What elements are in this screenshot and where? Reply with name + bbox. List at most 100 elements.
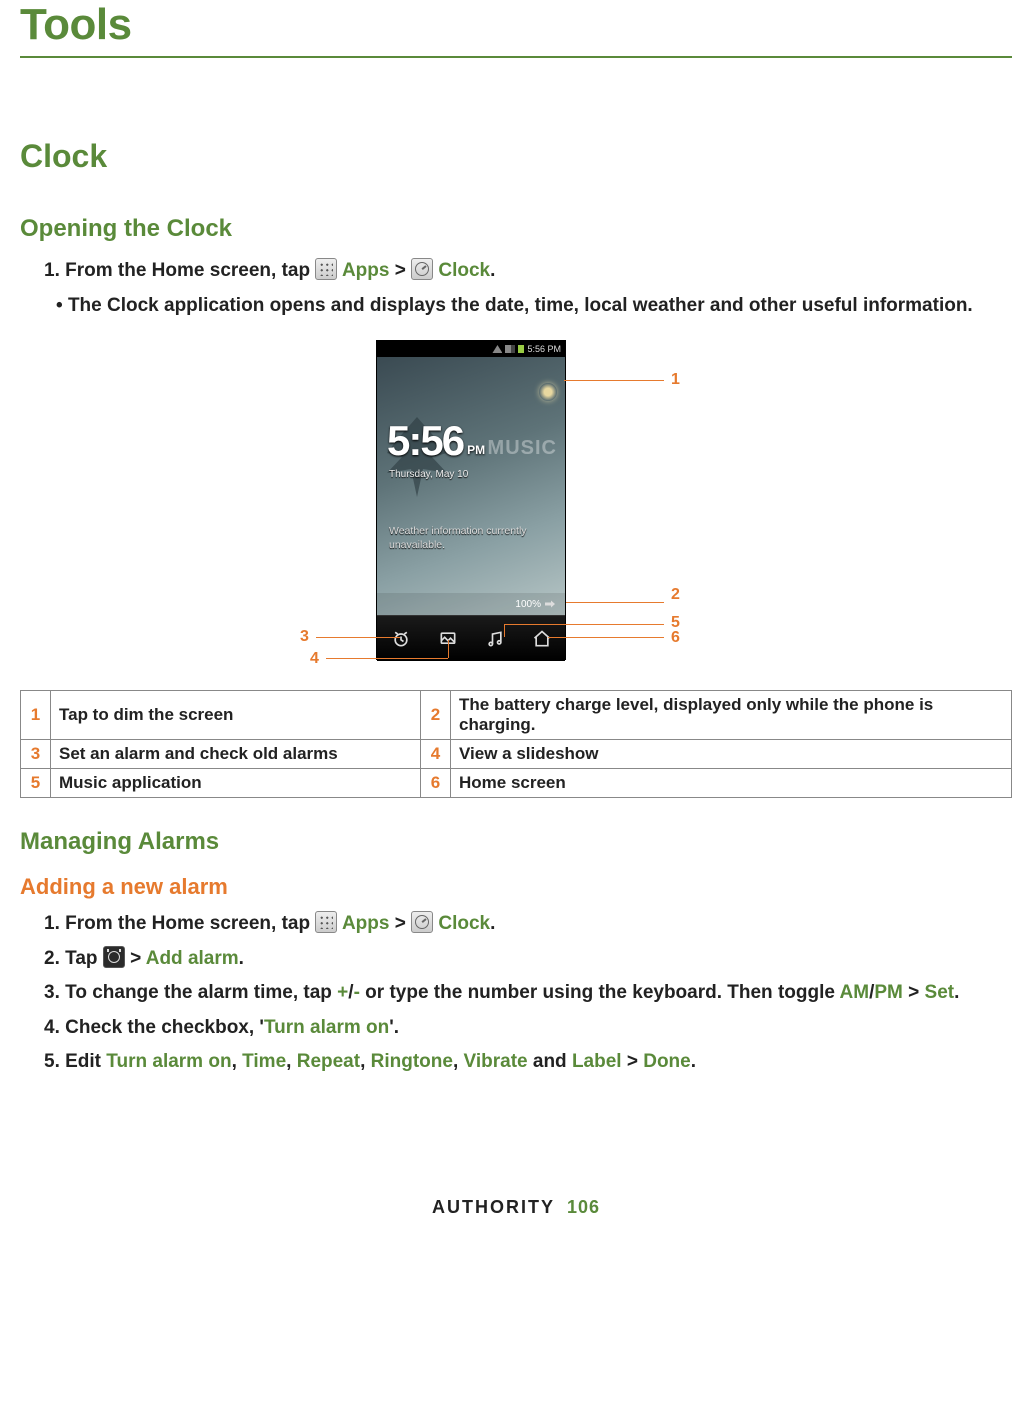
table-row: 1 Tap to dim the screen 2 The battery ch… [21,691,1012,740]
separator: > [622,1051,644,1072]
clock-dock [377,615,565,661]
legend-num: 4 [421,740,451,769]
managing-step-2: 2. Tap > Add alarm. [44,945,1012,974]
legend-desc: Music application [51,769,421,798]
subsection-opening: Opening the Clock [20,215,1012,243]
legend-num: 5 [21,769,51,798]
legend-num: 6 [421,769,451,798]
opening-step-1: 1. From the Home screen, tap Apps > Cloc… [44,257,1012,286]
clock-time: 5:56 PM [387,417,485,465]
apps-icon [315,911,337,933]
plug-icon [545,599,555,609]
clock-icon [411,258,433,280]
comma: , [232,1051,243,1072]
alarm-icon [390,628,412,650]
and: and [528,1051,572,1072]
comma: , [360,1051,371,1072]
set-label: Set [925,982,955,1003]
legend-desc: Set an alarm and check old alarms [51,740,421,769]
callout-line [548,637,664,638]
clock-label: Clock [438,260,490,281]
turn-alarm-on-label: Turn alarm on [106,1051,231,1072]
brand-name: AUTHORITY [432,1197,555,1217]
subsub-adding: Adding a new alarm [20,874,1012,900]
signal-icon [505,345,515,353]
battery-icon [518,345,524,353]
managing-step-1: 1. From the Home screen, tap Apps > Cloc… [44,910,1012,939]
plus-label: + [337,982,348,1003]
callout-line [504,624,664,625]
legend-num: 3 [21,740,51,769]
time-label: Time [242,1051,286,1072]
clock-date: Thursday, May 10 [389,469,468,480]
apps-label: Apps [342,260,390,281]
apps-icon [315,258,337,280]
apps-label: Apps [342,913,390,934]
home-icon [531,628,553,650]
weather-line-1: Weather information currently [389,525,527,537]
legend-desc: View a slideshow [451,740,1012,769]
managing-step-4: 4. Check the checkbox, 'Turn alarm on'. [44,1014,1012,1043]
callout-legend-table: 1 Tap to dim the screen 2 The battery ch… [20,690,1012,798]
callout-line [566,602,664,603]
separator: > [130,948,146,969]
label-label: Label [572,1051,622,1072]
text: 5. Edit [44,1051,106,1072]
music-icon [484,628,506,650]
separator: > [395,260,411,281]
status-time: 5:56 PM [527,344,561,354]
status-bar: 5:56 PM [377,341,565,357]
callout-line [316,637,400,638]
alarm-icon [103,946,125,968]
clock-wallpaper: MUSIC 5:56 PM Thursday, May 10 Weather i… [377,357,565,615]
weather-text: Weather information currently unavailabl… [389,525,553,552]
music-logo: MUSIC [488,437,557,460]
page-footer: AUTHORITY 106 [20,1197,1012,1218]
text: 3. To change the alarm time, tap [44,982,337,1003]
period: . [239,948,244,969]
time-digits: 5:56 [387,417,463,465]
done-label: Done [643,1051,691,1072]
callout-6: 6 [671,629,680,647]
subsection-managing: Managing Alarms [20,828,1012,856]
period: . [691,1051,696,1072]
callout-3: 3 [300,628,309,646]
period: . [954,982,959,1003]
legend-num: 1 [21,691,51,740]
ringtone-label: Ringtone [371,1051,453,1072]
vibrate-label: Vibrate [464,1051,528,1072]
comma: , [453,1051,464,1072]
battery-percent: 100% [515,599,541,610]
legend-num: 2 [421,691,451,740]
separator: > [903,982,925,1003]
callout-line [504,624,505,637]
callout-line [564,380,664,381]
opening-bullet: The Clock application opens and displays… [56,292,1012,321]
page-title: Tools [20,0,1012,50]
weather-line-2: unavailable. [389,539,445,551]
managing-step-5: 5. Edit Turn alarm on, Time, Repeat, Rin… [44,1048,1012,1077]
separator: > [395,913,411,934]
clock-label: Clock [438,913,490,934]
repeat-label: Repeat [297,1051,360,1072]
callout-4: 4 [310,650,319,668]
legend-desc: Home screen [451,769,1012,798]
text: 1. From the Home screen, tap [44,913,315,934]
phone-mock: 5:56 PM MUSIC 5:56 PM Thursday, May 10 W… [376,340,566,660]
dim-button [539,383,557,401]
add-alarm-label: Add alarm [146,948,239,969]
title-divider [20,56,1012,58]
legend-desc: The battery charge level, displayed only… [451,691,1012,740]
text: 1. From the Home screen, tap [44,260,315,281]
callout-2: 2 [671,586,680,604]
clock-icon [411,911,433,933]
turn-alarm-on-label: Turn alarm on [264,1017,389,1038]
table-row: 3 Set an alarm and check old alarms 4 Vi… [21,740,1012,769]
clock-figure: 5:56 PM MUSIC 5:56 PM Thursday, May 10 W… [196,340,836,680]
am-label: AM [840,982,870,1003]
page-number: 106 [567,1197,600,1217]
pm-label: PM [874,982,903,1003]
text: or type the number using the keyboard. T… [360,982,840,1003]
callout-line [326,658,448,659]
text: 4. Check the checkbox, ' [44,1017,264,1038]
